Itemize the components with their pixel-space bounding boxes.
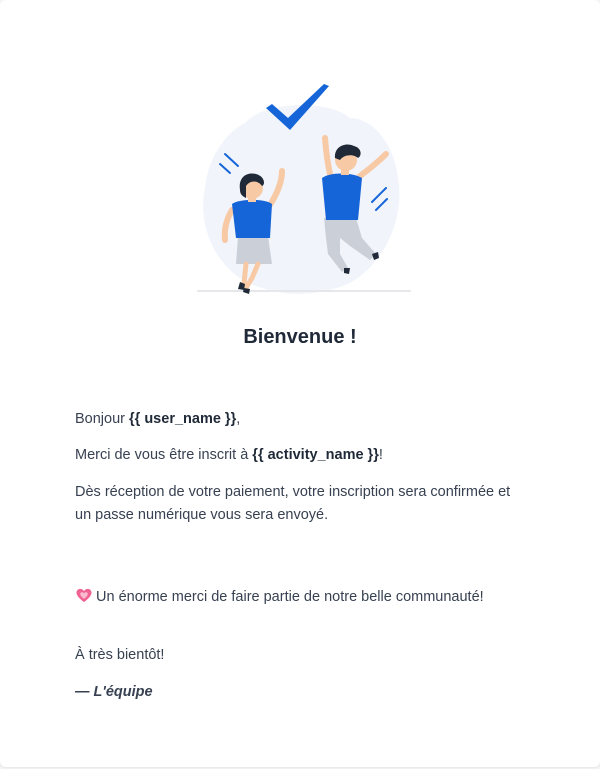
closing-line: À très bientôt! bbox=[75, 647, 165, 663]
registration-suffix: ! bbox=[378, 447, 383, 463]
payment-note: Dès réception de votre paiement, votre i… bbox=[75, 484, 511, 523]
activity-name-placeholder: {{ activity_name }} bbox=[252, 447, 379, 463]
welcome-title: Bienvenue ! bbox=[243, 326, 357, 348]
thanks-text: Un énorme merci de faire partie de notre… bbox=[96, 589, 484, 605]
email-card: Bienvenue ! Bonjour {{ user_name }}, Mer… bbox=[0, 0, 600, 767]
celebration-illustration bbox=[197, 84, 411, 294]
signature: — L'équipe bbox=[75, 684, 153, 700]
registration-prefix: Merci de vous être inscrit à bbox=[75, 447, 253, 463]
greeting-suffix: , bbox=[236, 411, 241, 427]
thanks-line: Un énorme merci de faire partie de notre… bbox=[75, 586, 525, 609]
illustration-background bbox=[203, 105, 400, 294]
greeting-prefix: Bonjour bbox=[75, 411, 130, 427]
greeting-line: Bonjour {{ user_name }}, bbox=[75, 408, 525, 431]
sparkling-heart-icon bbox=[76, 588, 92, 603]
registration-line: Merci de vous être inscrit à {{ activity… bbox=[75, 444, 525, 467]
user-name-placeholder: {{ user_name }} bbox=[129, 411, 237, 427]
